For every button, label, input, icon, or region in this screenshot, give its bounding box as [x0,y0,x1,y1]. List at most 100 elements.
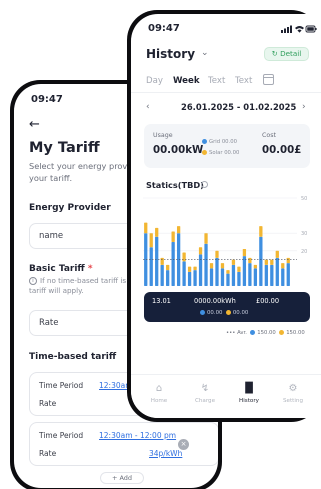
grid-bar [209,268,214,286]
solar-bar [182,252,186,262]
add-period-button[interactable]: + Add [100,472,144,484]
info-icon[interactable] [201,181,208,188]
tab-text-2[interactable]: Text [235,76,252,86]
usage-label: Usage [153,132,173,139]
grid-bar [264,264,268,286]
time-period-label: Time Period [39,381,84,390]
solar-bar [198,247,203,255]
solar-bar [226,270,230,274]
solar-bar [259,226,263,237]
solar-dot [202,150,207,155]
solar-bar [220,263,225,269]
tab-day[interactable]: Day [146,76,163,86]
grid-bar [220,268,225,286]
grid-dot [202,139,207,144]
grid-bar [187,271,192,286]
solar-bar [248,257,252,264]
solar-bar [281,263,285,269]
grid-bar [237,271,241,286]
grid-bar [286,263,290,286]
detail-button[interactable]: ↻ Detail [264,47,309,61]
solar-bar [171,231,175,242]
cost-label: Cost [262,132,276,139]
rate-label: Rate [39,449,57,458]
back-arrow-icon[interactable]: ← [29,117,40,132]
stats-title: Statics(TBD) [146,180,204,190]
solar-bar [209,263,214,269]
solar-bar [193,266,197,271]
grid-bar [270,264,274,286]
solar-bar [149,233,153,248]
grid-bar [155,236,159,286]
nav-history[interactable]: ▐▌ History [231,383,267,404]
calendar-icon[interactable] [263,74,274,85]
solar-dot [279,330,285,335]
remove-period-icon[interactable]: × [178,439,189,450]
bar-chart-icon: ▐▌ [241,383,257,394]
time-period-label: Time Period [39,431,84,440]
nav-label: Setting [282,398,304,404]
grid-mini-legend: Grid 00.00 [202,139,237,145]
signal-icon [281,25,292,33]
tab-text-1[interactable]: Text [208,76,225,86]
grid-bar [198,254,203,286]
grid-bar [248,263,252,286]
status-time: 09:47 [31,94,63,105]
time-based-tariff-label: Time-based tariff [29,352,117,362]
grid-bar [275,257,279,286]
solar-value: 00.00 [224,150,240,156]
usage-value: 00.00kW [153,145,204,156]
legend-grid-value: 150.00 [257,330,276,336]
grid-bar [226,273,230,286]
basic-tariff-label: Basic Tariff * [29,264,93,274]
solar-bar [187,266,192,272]
nav-home[interactable]: ⌂ Home [141,383,177,404]
summary-card: Usage 00.00kW Grid 00.00 Solar 00.00 Cos… [144,124,310,168]
y-tick-label: 20 [301,249,307,255]
usage-bar-chart[interactable]: 50 30 20 [131,192,321,296]
solar-bar [264,259,268,265]
solar-bar [176,226,181,234]
avg-label: Avr. [237,330,247,336]
y-tick-label: 50 [301,196,307,202]
nav-setting[interactable]: ⚙ Setting [275,383,311,404]
detail-label: Detail [280,49,302,58]
refresh-icon: ↻ [271,49,278,58]
history-screen: 09:47 History ⌄ ↻ Detail Day Week Text T… [131,14,321,418]
tabs-divider [131,92,321,93]
grid-bar [193,270,197,286]
grid-bar [182,261,186,286]
tab-week[interactable]: Week [173,76,200,86]
solar-bar [270,259,274,265]
grid-bar [253,268,258,286]
time-period-value[interactable]: 12:30am - 12:00 pm [99,431,176,440]
tooltip-breakdown: 00.00 00.00 [200,310,248,316]
nav-charge[interactable]: ↯ Charge [187,383,223,404]
legend-solar-value: 150.00 [286,330,305,336]
avg-line-icon: ••• [226,330,236,336]
solar-bar [160,257,164,265]
solar-bar [275,250,279,258]
status-time: 09:47 [148,23,180,34]
solar-bar [166,264,170,271]
period-card: Time Period 12:30am - 12:00 pm Rate 34p/… [29,422,218,466]
nav-label: History [239,398,259,404]
grid-bar [215,257,219,286]
bolt-icon: ↯ [200,383,210,394]
tooltip-energy: 0000.00kWh [194,297,236,305]
rate-label: Rate [39,399,57,408]
grid-label: Grid [209,139,221,145]
grid-bar [242,256,247,286]
grid-dot [200,310,205,315]
chevron-down-icon[interactable]: ⌄ [201,48,209,58]
next-week-icon[interactable]: › [302,102,306,112]
screen-title[interactable]: History [146,47,195,61]
home-icon: ⌂ [155,383,163,394]
rate-value[interactable]: 34p/kWh [149,449,182,458]
grid-bar [204,243,208,286]
bottom-nav: ⌂ Home ↯ Charge ▐▌ History ⚙ Setting [131,374,321,418]
prev-week-icon[interactable]: ‹ [146,102,150,112]
solar-bar [215,250,219,258]
grid-value: 00.00 [221,139,237,145]
solar-dot [225,310,231,315]
